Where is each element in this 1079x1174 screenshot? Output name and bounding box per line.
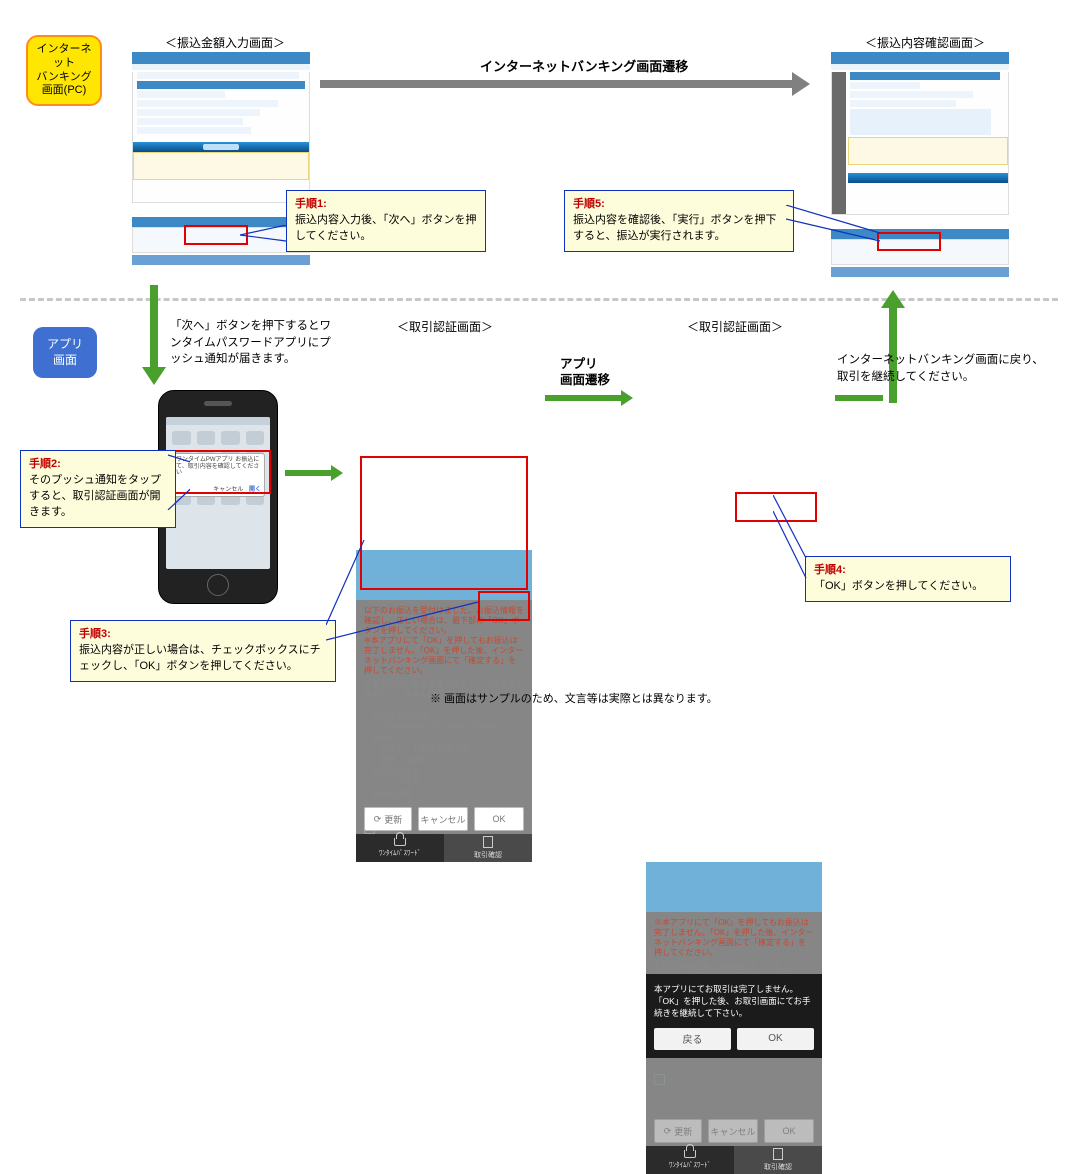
thumb-pc-input [132,52,310,280]
app2-modal-ok[interactable]: OK [737,1028,814,1050]
app2-btn-ok: OK [764,1119,814,1143]
app2-modal-text: 本アプリにてお取引は完了しません。「OK」を押した後、お取引画面にてお手続きを継… [654,984,814,1020]
app1-data: お振込受付日時 2010年08月01日 13時02分34秒お振込先 NTTデータ… [364,704,524,817]
push-open[interactable]: 開く [249,487,261,493]
note-return-pc: インターネットバンキング画面に戻り、取引を継続してください。 [837,352,1047,385]
app2-btn-refresh: ⟳更新 [654,1119,702,1143]
arrow-elbow [889,395,897,403]
app1-btn-cancel[interactable]: キャンセル [418,807,468,831]
title-pc-confirm: ＜振込内容確認画面＞ [820,34,1030,51]
label-app-transition: アプリ画面遷移 [560,356,610,389]
callout-step3-title: 手順3: [79,628,111,640]
app2-btn-cancel: キャンセル [708,1119,758,1143]
footnote: ※ 画面はサンプルのため、文言等は実際とは異なります。 [430,690,718,706]
callout-step2: 手順2: そのプッシュ通知をタップすると、取引認証画面が開きます。 [20,450,176,528]
app2-tab-txn[interactable]: 取引確認 [734,1146,822,1174]
title-pc-input: ＜振込金額入力画面＞ [120,34,330,51]
title-app-auth1: ＜取引認証画面＞ [345,318,545,335]
callout-step4: 手順4: 「OK」ボタンを押してください。 [805,556,1011,602]
diagram-stage: インターネットバンキング画面(PC) アプリ画面 ＜振込金額入力画面＞ ＜振込内… [0,0,1079,720]
callout-step3-body: 振込内容が正しい場合は、チェックボックスにチェックし、「OK」ボタンを押してくだ… [79,644,321,672]
callout-step1: 手順1: 振込内容入力後、「次へ」ボタンを押してください。 [286,190,486,252]
lock-icon [684,1150,696,1158]
callout-step4-body: 「OK」ボタンを押してください。 [814,580,983,592]
callout-step1-title: 手順1: [295,198,327,210]
thumb-phone: ワンタイムPWアプリ お振込にて、取引内容を確認してください キャンセル 開く [158,390,278,604]
doc-icon [483,836,493,848]
callout-step5: 手順5: 振込内容を確認後、「実行」ボタンを押下すると、振込が実行されます。 [564,190,794,252]
app1-tab-txn[interactable]: 取引確認 [444,834,532,862]
push-cancel[interactable]: キャンセル [213,487,243,493]
arrow-app1-to-app2 [545,395,633,401]
push-notification[interactable]: ワンタイムPWアプリ お振込にて、取引内容を確認してください キャンセル 開く [171,453,265,497]
highlight-app2-ok [735,492,817,522]
app2-checkbox: お取引内容を確認しました。 [654,1074,814,1086]
doc-icon [773,1148,783,1160]
note-push: 「次へ」ボタンを押下するとワンタイムパスワードアプリにプッシュ通知が届きます。 [170,318,340,368]
callout-step3: 手順3: 振込内容が正しい場合は、チェックボックスにチェックし、「OK」ボタンを… [70,620,336,682]
label-pc-transition: インターネットバンキング画面遷移 [480,56,688,75]
callout-step5-title: 手順5: [573,198,605,210]
app2-tab-otp[interactable]: ﾜﾝﾀｲﾑﾊﾟｽﾜｰﾄﾞ [646,1146,734,1174]
arrow-pc-transition [320,80,810,88]
thumb-pc-confirm [831,52,1009,280]
app1-btn-refresh[interactable]: ⟳更新 [364,807,412,831]
thumb-app-auth1: 以下のお振込を受付けました。お振込情報を確認し、正しい場合は、最下部の「OK」ボ… [356,550,532,862]
title-app-auth2: ＜取引認証画面＞ [635,318,835,335]
arrow-phone-to-app1 [285,470,343,476]
callout-step2-title: 手順2: [29,458,61,470]
lock-icon [394,838,406,846]
app2-modal: 本アプリにてお取引は完了しません。「OK」を押した後、お取引画面にてお手続きを継… [646,974,822,1058]
app2-red: ※本アプリにて「OK」を押してもお振込は完了しません。「OK」を押した後、インタ… [654,918,814,958]
thumb-app-auth2: ※本アプリにて「OK」を押してもお振込は完了しません。「OK」を押した後、インタ… [646,862,822,1174]
arrow-app2-right [835,395,893,401]
callout-step4-title: 手順4: [814,564,846,576]
callout-step1-body: 振込内容入力後、「次へ」ボタンを押してください。 [295,214,477,242]
row-tag-app: アプリ画面 [33,327,97,378]
row-tag-pc: インターネットバンキング画面(PC) [26,35,102,106]
app1-red: 以下のお振込を受付けました。お振込情報を確認し、正しい場合は、最下部の「OK」ボ… [364,606,524,676]
app1-tab-otp[interactable]: ﾜﾝﾀｲﾑﾊﾟｽﾜｰﾄﾞ [356,834,444,862]
callout-step2-body: そのプッシュ通知をタップすると、取引認証画面が開きます。 [29,474,161,518]
app2-modal-back[interactable]: 戻る [654,1028,731,1050]
callout-step5-body: 振込内容を確認後、「実行」ボタンを押下すると、振込が実行されます。 [573,214,777,242]
push-notification-text: ワンタイムPWアプリ お振込にて、取引内容を確認してください [176,457,259,476]
app1-btn-ok[interactable]: OK [474,807,524,831]
